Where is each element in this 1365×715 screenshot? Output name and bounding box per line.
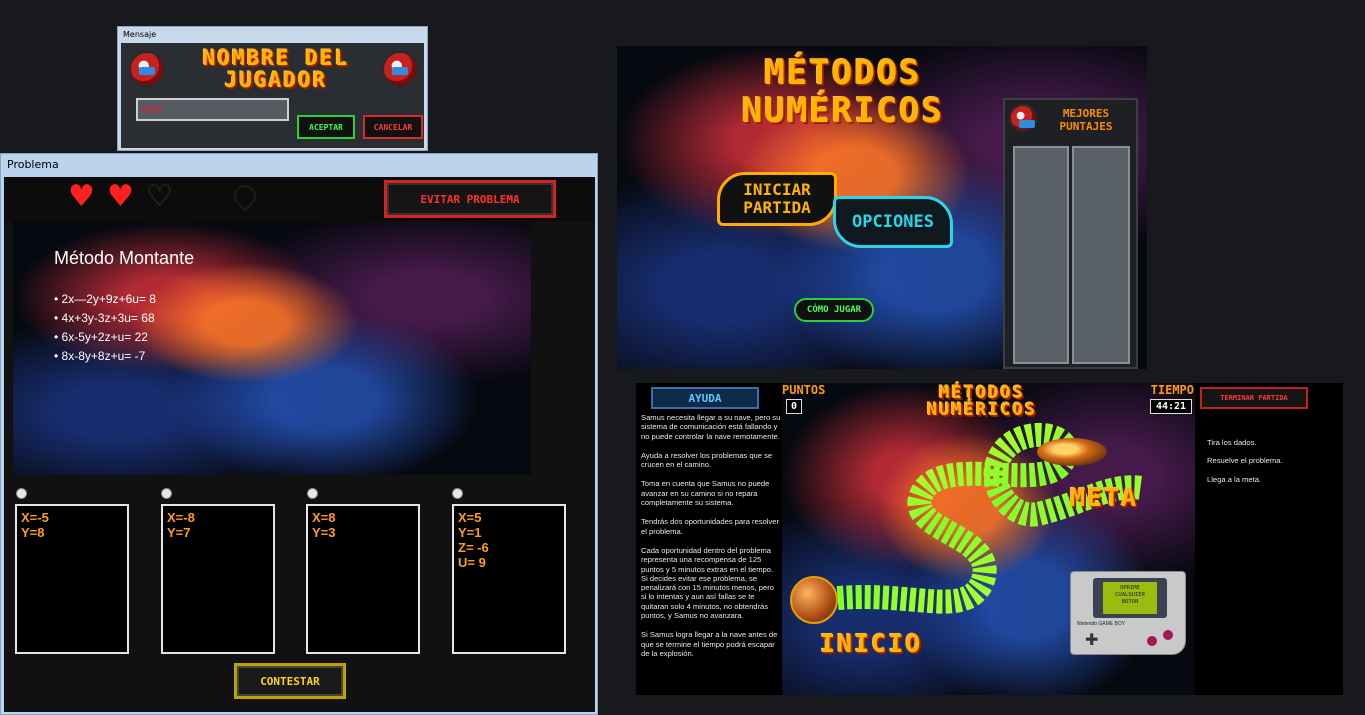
window-title: Problema bbox=[7, 158, 59, 171]
goal-label: META bbox=[1070, 483, 1139, 512]
scores-names-column bbox=[1013, 146, 1069, 364]
answer-button[interactable]: CONTESTAR bbox=[234, 663, 346, 699]
accept-button[interactable]: ACEPTAR bbox=[297, 115, 355, 139]
answer-radio-1[interactable] bbox=[16, 488, 27, 499]
equation-item: • 4x+3y-3z+3u= 68 bbox=[54, 311, 155, 325]
dpad-icon: ✚ bbox=[1085, 630, 1099, 649]
samus-helmet-icon bbox=[1009, 104, 1037, 132]
end-game-button[interactable]: TERMINAR PARTIDA bbox=[1200, 387, 1308, 409]
answer-radio-4[interactable] bbox=[452, 488, 463, 499]
how-to-play-button[interactable]: CÓMO JUGAR bbox=[794, 298, 874, 322]
answer-radio-2[interactable] bbox=[161, 488, 172, 499]
heart-full-icon: ♥ bbox=[68, 179, 95, 214]
problem-display: Método Montante • 2x—2y+9z+6u= 8 • 4x+3y… bbox=[13, 222, 531, 475]
dialog-title: Mensaje bbox=[123, 30, 157, 39]
start-label: INICIO bbox=[820, 629, 923, 658]
game-title: MÉTODOS NUMÉRICOS bbox=[741, 53, 945, 131]
a-button-icon bbox=[1163, 630, 1173, 640]
options-button[interactable]: OPCIONES bbox=[833, 196, 953, 248]
high-scores-panel: MEJORES PUNTAJES bbox=[1003, 98, 1138, 369]
board-area: PUNTOS 0 MÉTODOS NUMÉRICOS TIEMPO 44:21 … bbox=[782, 383, 1195, 695]
player-name-dialog: Mensaje NOMBRE DEL JUGADOR ACEPTAR CANCE… bbox=[117, 26, 428, 151]
high-scores-title: MEJORES PUNTAJES bbox=[1059, 107, 1113, 133]
start-game-button[interactable]: INICIAR PARTIDA bbox=[717, 172, 837, 226]
equation-item: • 8x-8y+8z+u= -7 bbox=[54, 349, 146, 363]
help-button[interactable]: AYUDA bbox=[651, 387, 759, 409]
equation-item: • 6x-5y+2z+u= 22 bbox=[54, 330, 148, 344]
answer-option-3[interactable]: X=8 Y=3 bbox=[306, 504, 420, 654]
problem-window: Problema ♥ ♥ ♡ EVITAR PROBLEMA Método Mo… bbox=[0, 153, 598, 715]
player-name-input[interactable] bbox=[136, 98, 289, 121]
equation-item: • 2x—2y+9z+6u= 8 bbox=[54, 292, 156, 306]
gameboy-screen: OPRIME CUALQUIER BOTON bbox=[1103, 582, 1157, 614]
method-title: Método Montante bbox=[54, 248, 195, 268]
samus-helmet-icon bbox=[382, 51, 418, 87]
cancel-button[interactable]: CANCELAR bbox=[363, 115, 423, 139]
steps-text: Tira los dados. Resuelve el problema. Ll… bbox=[1207, 438, 1283, 484]
answer-option-4[interactable]: X=5 Y=1 Z= -6 U= 9 bbox=[452, 504, 566, 654]
answer-radio-3[interactable] bbox=[307, 488, 318, 499]
heart-empty-icon: ♡ bbox=[146, 179, 173, 214]
equation-list: • 2x—2y+9z+6u= 8 • 4x+3y-3z+3u= 68 • 6x-… bbox=[54, 290, 156, 366]
gameboy-dice[interactable]: OPRIME CUALQUIER BOTON Nintendo GAME BOY… bbox=[1070, 571, 1186, 655]
scores-points-column bbox=[1072, 146, 1130, 364]
spaceship-icon bbox=[1037, 438, 1107, 466]
game-board-screen: AYUDA Samus necesita llegar a su nave, p… bbox=[636, 383, 1343, 695]
heart-full-icon: ♥ bbox=[107, 179, 134, 214]
samus-helmet-icon bbox=[129, 51, 165, 87]
avoid-problem-button[interactable]: EVITAR PROBLEMA bbox=[384, 180, 556, 218]
story-text: Samus necesita llegar a su nave, pero su… bbox=[641, 413, 781, 658]
b-button-icon bbox=[1147, 636, 1157, 646]
dialog-body: NOMBRE DEL JUGADOR ACEPTAR CANCELAR bbox=[121, 43, 424, 148]
planet-icon bbox=[790, 576, 838, 624]
gameboy-screen-frame: OPRIME CUALQUIER BOTON bbox=[1093, 578, 1167, 618]
answer-option-1[interactable]: X=-5 Y=8 bbox=[15, 504, 129, 654]
answer-option-2[interactable]: X=-8 Y=7 bbox=[161, 504, 275, 654]
gameboy-brand: Nintendo GAME BOY bbox=[1077, 621, 1126, 627]
main-menu: MÉTODOS NUMÉRICOS INICIAR PARTIDA OPCIONE… bbox=[617, 46, 1147, 369]
problem-body: ♥ ♥ ♡ EVITAR PROBLEMA Método Montante • … bbox=[4, 177, 595, 712]
dialog-heading: NOMBRE DEL JUGADOR bbox=[202, 46, 350, 92]
